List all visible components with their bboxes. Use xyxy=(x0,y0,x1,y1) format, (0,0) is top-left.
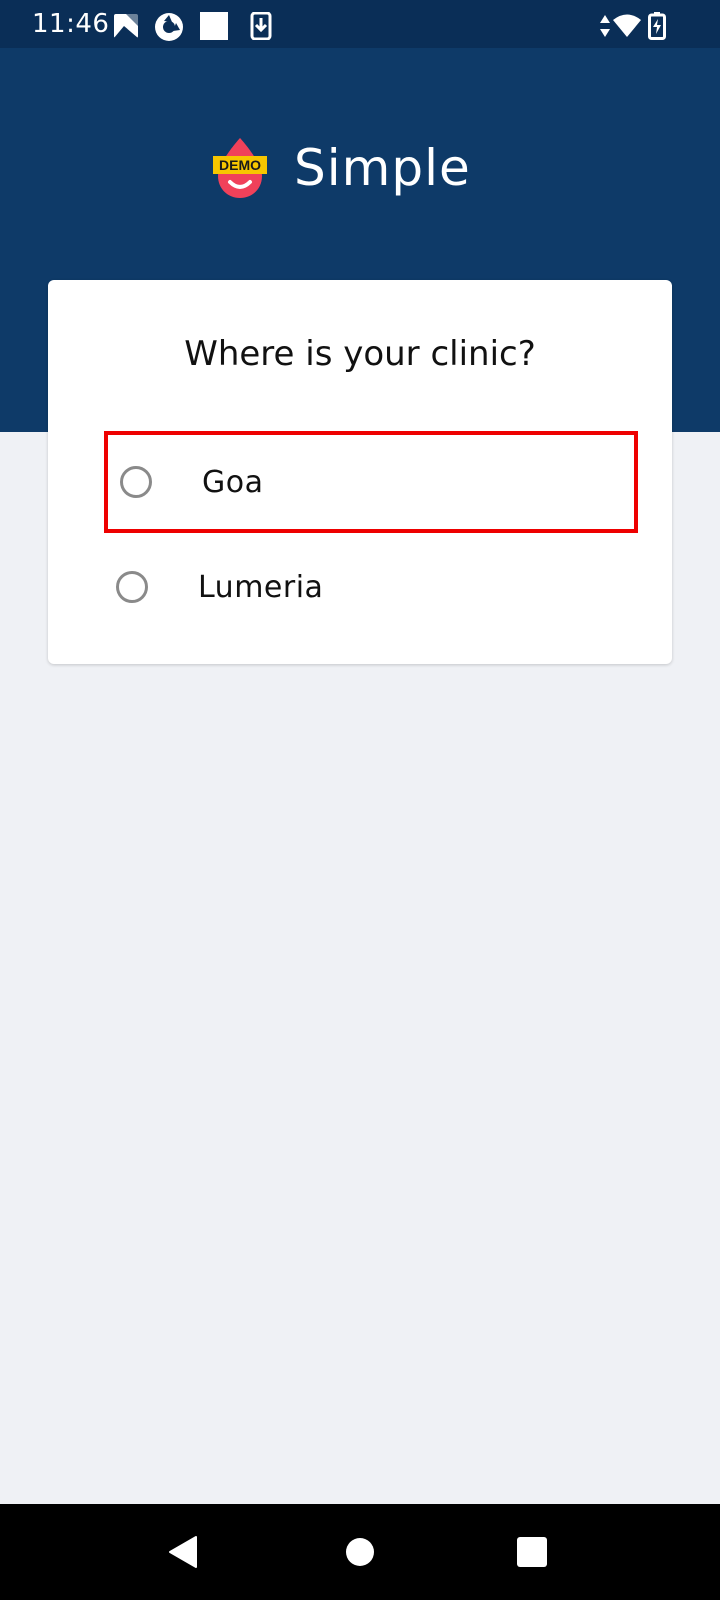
recents-icon[interactable] xyxy=(514,1534,550,1570)
clinic-selection-card: Where is your clinic? Goa Lumeria xyxy=(48,280,672,664)
clinic-option-goa[interactable]: Goa xyxy=(104,431,638,533)
wifi-icon xyxy=(612,12,642,40)
data-arrows-icon xyxy=(598,12,612,40)
camera-shutter-icon xyxy=(154,12,183,41)
option-label: Goa xyxy=(202,465,264,500)
option-label: Lumeria xyxy=(198,570,324,605)
app-logo: DEMO xyxy=(212,136,268,200)
radio-button[interactable] xyxy=(120,466,152,498)
brand: DEMO Simple xyxy=(212,128,471,208)
back-icon[interactable] xyxy=(166,1534,202,1570)
radio-button[interactable] xyxy=(116,571,148,603)
status-bar: 11:46 xyxy=(0,0,720,48)
app-name: Simple xyxy=(294,139,471,197)
photo-icon xyxy=(112,12,140,40)
download-icon xyxy=(250,12,278,40)
card-title: Where is your clinic? xyxy=(184,334,536,374)
system-nav-bar xyxy=(0,1504,720,1600)
clinic-option-lumeria[interactable]: Lumeria xyxy=(104,540,638,642)
home-icon[interactable] xyxy=(342,1534,378,1570)
logo-badge-text: DEMO xyxy=(219,157,261,173)
blank-square-icon xyxy=(200,12,228,40)
status-time: 11:46 xyxy=(32,9,110,39)
battery-charging-icon xyxy=(648,12,666,40)
